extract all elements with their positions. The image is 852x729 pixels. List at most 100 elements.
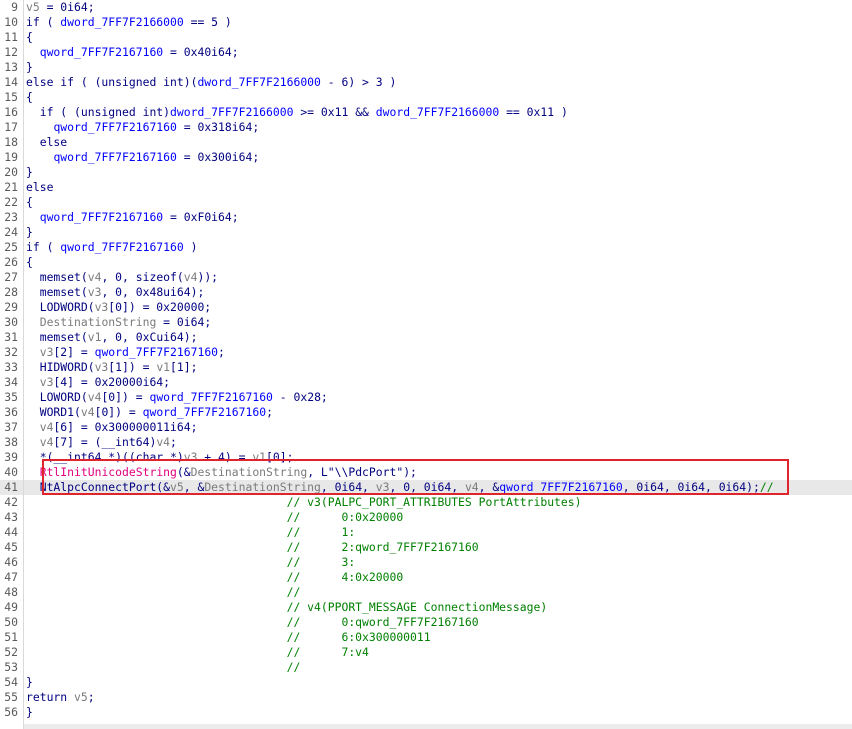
- code-text[interactable]: // v3(PALPC_PORT_ATTRIBUTES PortAttribut…: [26, 495, 582, 510]
- code-variable[interactable]: v3: [376, 480, 390, 494]
- code-line[interactable]: 11 {: [0, 30, 852, 45]
- code-line[interactable]: 27 memset(v4, 0, sizeof(v4));: [0, 270, 852, 285]
- code-global-symbol[interactable]: qword_7FF7F2167160: [95, 345, 218, 359]
- code-text[interactable]: v4[7] = (__int64)v4;: [26, 435, 177, 450]
- code-variable[interactable]: v3: [95, 360, 109, 374]
- code-line[interactable]: 18 else: [0, 135, 852, 150]
- code-text[interactable]: v4[6] = 0x300000011i64;: [26, 420, 198, 435]
- code-text[interactable]: }: [26, 60, 33, 75]
- code-line[interactable]: 12 qword_7FF7F2167160 = 0x40i64;: [0, 45, 852, 60]
- code-text[interactable]: memset(v1, 0, 0xCui64);: [26, 330, 198, 345]
- code-text[interactable]: *(__int64 *)((char *)v3 + 4) = v1[0];: [26, 450, 294, 465]
- code-text[interactable]: // 2:qword_7FF7F2167160: [26, 540, 479, 555]
- code-line[interactable]: 49 // v4(PPORT_MESSAGE ConnectionMessage…: [0, 600, 852, 615]
- code-text[interactable]: RtlInitUnicodeString(&DestinationString,…: [26, 465, 417, 480]
- code-text[interactable]: HIDWORD(v3[1]) = v1[1];: [26, 360, 198, 375]
- code-variable[interactable]: v5: [170, 480, 184, 494]
- code-line[interactable]: 47 // 4:0x20000: [0, 570, 852, 585]
- code-text[interactable]: v5 = 0i64;: [26, 0, 95, 15]
- code-line[interactable]: 22 {: [0, 195, 852, 210]
- code-global-symbol[interactable]: qword_7FF7F2167160: [499, 480, 622, 494]
- code-global-symbol[interactable]: qword_7FF7F2167160: [149, 390, 272, 404]
- code-line[interactable]: 41 NtAlpcConnectPort(&v5, &DestinationSt…: [0, 480, 852, 495]
- code-line[interactable]: 54}: [0, 675, 852, 690]
- code-text[interactable]: // 7:v4: [26, 645, 369, 660]
- code-variable[interactable]: v4: [40, 420, 54, 434]
- pseudocode-view[interactable]: 9 v5 = 0i64; 10 if ( dword_7FF7F2166000 == …: [0, 0, 852, 720]
- code-text[interactable]: else: [26, 180, 53, 195]
- code-text[interactable]: LOWORD(v4[0]) = qword_7FF7F2167160 - 0x2…: [26, 390, 328, 405]
- code-line[interactable]: 13}: [0, 60, 852, 75]
- code-line[interactable]: 10 if ( dword_7FF7F2166000 == 5 ): [0, 15, 852, 30]
- code-text[interactable]: }: [26, 705, 33, 720]
- code-variable[interactable]: DestinationString: [40, 315, 157, 329]
- code-text[interactable]: //: [26, 660, 301, 675]
- code-line[interactable]: 25 if ( qword_7FF7F2167160 ): [0, 240, 852, 255]
- code-text[interactable]: if ( (unsigned int)dword_7FF7F2166000 >=…: [26, 105, 568, 120]
- code-text[interactable]: memset(v4, 0, sizeof(v4));: [26, 270, 218, 285]
- code-line[interactable]: 20}: [0, 165, 852, 180]
- code-global-symbol[interactable]: qword_7FF7F2167160: [53, 150, 176, 164]
- code-line[interactable]: 34 v3[4] = 0x20000i64;: [0, 375, 852, 390]
- code-global-symbol[interactable]: qword_7FF7F2167160: [40, 45, 163, 59]
- code-text[interactable]: // 3:: [26, 555, 356, 570]
- code-line[interactable]: 50 // 0:qword_7FF7F2167160: [0, 615, 852, 630]
- code-variable[interactable]: v4: [465, 480, 479, 494]
- code-global-symbol[interactable]: qword_7FF7F2167160: [53, 120, 176, 134]
- code-text[interactable]: qword_7FF7F2167160 = 0x300i64;: [26, 150, 259, 165]
- code-line[interactable]: 33 HIDWORD(v3[1]) = v1[1];: [0, 360, 852, 375]
- code-variable[interactable]: v1: [156, 360, 170, 374]
- code-line[interactable]: 43 // 0:0x20000: [0, 510, 852, 525]
- code-line[interactable]: 29 LODWORD(v3[0]) = 0x20000;: [0, 300, 852, 315]
- code-variable[interactable]: v5: [74, 690, 88, 704]
- code-text[interactable]: NtAlpcConnectPort(&v5, &DestinationStrin…: [26, 480, 774, 495]
- code-line[interactable]: 45 // 2:qword_7FF7F2167160: [0, 540, 852, 555]
- code-text[interactable]: // v4(PPORT_MESSAGE ConnectionMessage): [26, 600, 548, 615]
- code-variable[interactable]: v3: [95, 300, 109, 314]
- code-variable[interactable]: v4: [81, 405, 95, 419]
- horizontal-scrollbar[interactable]: [24, 724, 852, 729]
- code-text[interactable]: {: [26, 30, 33, 45]
- code-line[interactable]: 15 {: [0, 90, 852, 105]
- code-variable[interactable]: DestinationString: [191, 465, 308, 479]
- code-variable[interactable]: v4: [88, 270, 102, 284]
- code-line[interactable]: 53 //: [0, 660, 852, 675]
- code-line[interactable]: 21 else: [0, 180, 852, 195]
- code-text[interactable]: {: [26, 90, 33, 105]
- code-text[interactable]: LODWORD(v3[0]) = 0x20000;: [26, 300, 211, 315]
- code-text[interactable]: qword_7FF7F2167160 = 0xF0i64;: [26, 210, 239, 225]
- code-text[interactable]: return v5;: [26, 690, 95, 705]
- code-global-symbol[interactable]: qword_7FF7F2167160: [143, 405, 266, 419]
- code-variable[interactable]: v5: [26, 0, 40, 14]
- code-line[interactable]: 16 if ( (unsigned int)dword_7FF7F2166000…: [0, 105, 852, 120]
- code-line[interactable]: 39 *(__int64 *)((char *)v3 + 4) = v1[0];: [0, 450, 852, 465]
- code-text[interactable]: qword_7FF7F2167160 = 0x40i64;: [26, 45, 239, 60]
- code-text[interactable]: if ( dword_7FF7F2166000 == 5 ): [26, 15, 232, 30]
- code-line[interactable]: 32 v3[2] = qword_7FF7F2167160;: [0, 345, 852, 360]
- code-text[interactable]: // 0:qword_7FF7F2167160: [26, 615, 479, 630]
- code-line[interactable]: 28 memset(v3, 0, 0x48ui64);: [0, 285, 852, 300]
- code-line[interactable]: 23 qword_7FF7F2167160 = 0xF0i64;: [0, 210, 852, 225]
- code-line[interactable]: 48 //: [0, 585, 852, 600]
- code-text[interactable]: WORD1(v4[0]) = qword_7FF7F2167160;: [26, 405, 273, 420]
- code-variable[interactable]: v3: [88, 285, 102, 299]
- code-text[interactable]: else if ( (unsigned int)(dword_7FF7F2166…: [26, 75, 396, 90]
- code-text[interactable]: memset(v3, 0, 0x48ui64);: [26, 285, 205, 300]
- code-line[interactable]: 46 // 3:: [0, 555, 852, 570]
- code-variable[interactable]: v4: [184, 270, 198, 284]
- code-line[interactable]: 44 // 1:: [0, 525, 852, 540]
- code-text[interactable]: // 4:0x20000: [26, 570, 404, 585]
- code-line[interactable]: 37 v4[6] = 0x300000011i64;: [0, 420, 852, 435]
- code-text[interactable]: }: [26, 225, 33, 240]
- code-variable[interactable]: DestinationString: [204, 480, 321, 494]
- code-text[interactable]: {: [26, 255, 33, 270]
- code-line[interactable]: 38 v4[7] = (__int64)v4;: [0, 435, 852, 450]
- code-text[interactable]: }: [26, 675, 33, 690]
- code-text[interactable]: //: [26, 585, 301, 600]
- code-global-symbol[interactable]: dword_7FF7F2166000: [376, 105, 499, 119]
- code-line[interactable]: 42 // v3(PALPC_PORT_ATTRIBUTES PortAttri…: [0, 495, 852, 510]
- code-line[interactable]: 19 qword_7FF7F2167160 = 0x300i64;: [0, 150, 852, 165]
- code-line[interactable]: 35 LOWORD(v4[0]) = qword_7FF7F2167160 - …: [0, 390, 852, 405]
- code-text[interactable]: {: [26, 195, 33, 210]
- code-text[interactable]: qword_7FF7F2167160 = 0x318i64;: [26, 120, 259, 135]
